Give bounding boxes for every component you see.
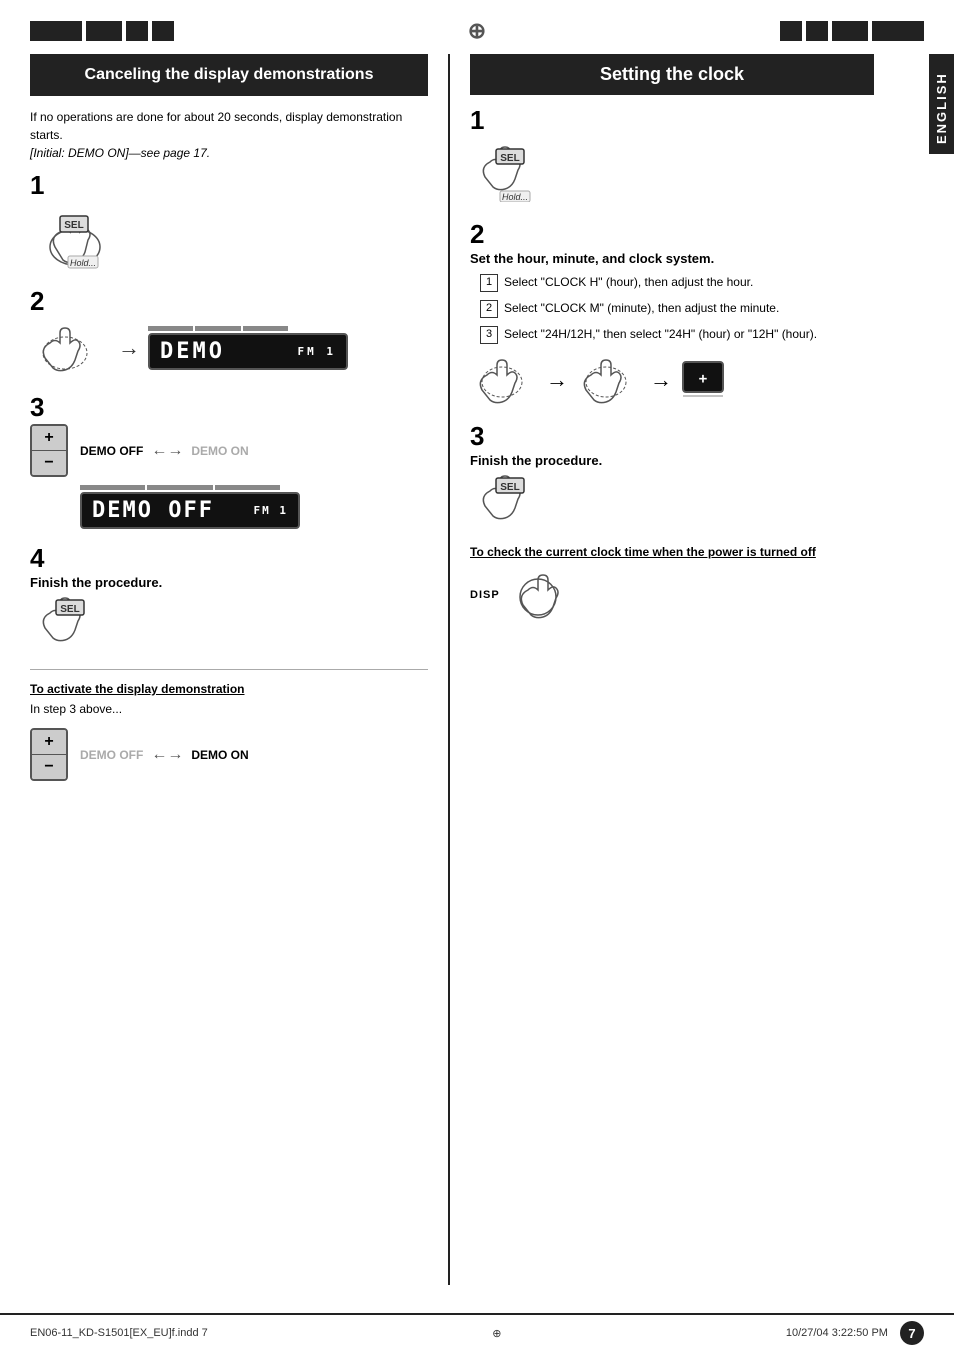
step-4-text: Finish the procedure. (30, 575, 428, 590)
right-column: ENGLISH Setting the clock 1 SEL Hold... … (450, 54, 924, 1285)
right-section-title: Setting the clock (470, 54, 874, 95)
sub-step-1-num: 1 (480, 274, 498, 292)
plus-button[interactable]: + (32, 426, 66, 451)
right-step-1-num: 1 (470, 107, 874, 133)
disp-button-illustration (508, 567, 568, 622)
bottom-bar-center-symbol: ⊕ (492, 1327, 501, 1340)
right-step-2-num: 2 (470, 221, 874, 247)
sub-step-1: 1 Select "CLOCK H" (hour), then adjust t… (480, 274, 874, 292)
display-fm-label: FM 1 (298, 345, 337, 358)
activate-section: To activate the display demonstration In… (30, 682, 428, 781)
clock-hand-svg-1 (470, 352, 540, 407)
sub-step-1-text: Select "CLOCK H" (hour), then adjust the… (504, 274, 753, 292)
bar-block (152, 21, 174, 41)
activate-heading: To activate the display demonstration (30, 682, 428, 696)
clock-arrow-2: → (650, 367, 672, 393)
right-step-1-sel-illustration: SEL Hold... (470, 137, 550, 202)
bottom-bar-right-text: 10/27/04 3:22:50 PM (786, 1327, 888, 1339)
demo-on-label: DEMO ON (191, 444, 248, 458)
bar-block (126, 21, 148, 41)
activate-demo-toggle: DEMO OFF ←→ DEMO ON (80, 746, 249, 764)
step-1: 1 SEL Hold... (30, 172, 428, 272)
step-1-hand-illustration: SEL Hold... (30, 202, 120, 272)
step-2: 2 → DEMO FM 1 (30, 288, 428, 378)
svg-text:Hold...: Hold... (70, 258, 96, 268)
activate-minus-btn[interactable]: − (32, 755, 66, 779)
english-tab: ENGLISH (929, 54, 954, 154)
sub-steps: 1 Select "CLOCK H" (hour), then adjust t… (480, 274, 874, 344)
right-step-3-text: Finish the procedure. (470, 453, 874, 468)
top-bar: ⊕ (0, 0, 954, 54)
disp-label: DISP (470, 589, 500, 601)
right-step-2: 2 Set the hour, minute, and clock system… (470, 221, 874, 407)
svg-text:SEL: SEL (64, 220, 83, 231)
intro-text: If no operations are done for about 20 s… (30, 108, 428, 162)
right-inner: ENGLISH Setting the clock 1 SEL Hold... … (470, 54, 924, 622)
right-step-3: 3 Finish the procedure. SEL (470, 423, 874, 531)
svg-text:SEL: SEL (60, 604, 79, 615)
bar-block (780, 21, 802, 41)
left-column: Canceling the display demonstrations If … (30, 54, 450, 1285)
bar-block (30, 21, 82, 41)
page-number: 7 (900, 1321, 924, 1345)
plus-minus-buttons: + − (30, 424, 68, 477)
right-step-3-num: 3 (470, 423, 874, 449)
step-1-sel-wrap: SEL Hold... (30, 202, 428, 272)
clock-hand-svg-2 (574, 352, 644, 407)
activate-toggle-arrow: ←→ (151, 746, 183, 764)
bottom-bar: EN06-11_KD-S1501[EX_EU]f.indd 7 ⊕ 10/27/… (0, 1313, 954, 1351)
step-2-illustration: → DEMO FM 1 (30, 318, 428, 378)
left-section-title: Canceling the display demonstrations (30, 54, 428, 96)
step-4-sel-illustration: SEL (30, 590, 110, 650)
bottom-bar-left-text: EN06-11_KD-S1501[EX_EU]f.indd 7 (30, 1327, 208, 1339)
clock-arrow-1: → (546, 367, 568, 393)
check-section: To check the current clock time when the… (470, 545, 874, 622)
step-3-num: 3 (30, 394, 428, 420)
right-step-3-sel-illustration: SEL (470, 468, 550, 528)
toggle-arrow-icon: ←→ (151, 442, 183, 460)
svg-text:Hold...: Hold... (502, 192, 528, 202)
step-1-num: 1 (30, 172, 428, 198)
step-2-num: 2 (30, 288, 428, 314)
svg-text:SEL: SEL (500, 482, 519, 493)
display-demo-text: DEMO (160, 339, 225, 364)
sub-step-2: 2 Select "CLOCK M" (minute), then adjust… (480, 300, 874, 318)
top-bar-right (780, 21, 924, 41)
sub-step-3-text: Select "24H/12H," then select "24H" (hou… (504, 326, 817, 344)
clock-hands-row: → → + (470, 352, 874, 407)
activate-text: In step 3 above... (30, 700, 428, 718)
left-divider (30, 669, 428, 670)
activate-demo-on: DEMO ON (191, 748, 248, 762)
step-2-arrow: → (118, 335, 140, 361)
sub-step-2-num: 2 (480, 300, 498, 318)
check-heading: To check the current clock time when the… (470, 545, 874, 559)
bar-block (832, 21, 868, 41)
demo-toggle: DEMO OFF ←→ DEMO ON (80, 442, 249, 460)
step-3: 3 + − DEMO OFF ←→ DEMO ON (30, 394, 428, 529)
svg-text:SEL: SEL (500, 153, 519, 164)
right-step-1: 1 SEL Hold... (470, 107, 874, 205)
step-2-hand-svg (30, 318, 110, 378)
sub-step-3-num: 3 (480, 326, 498, 344)
main-content: Canceling the display demonstrations If … (0, 54, 954, 1285)
activate-demo-off: DEMO OFF (80, 748, 143, 762)
top-bar-left (30, 21, 174, 41)
sub-step-3: 3 Select "24H/12H," then select "24H" (h… (480, 326, 874, 344)
bar-block (86, 21, 122, 41)
display-demo-off-text: DEMO OFF (92, 498, 214, 523)
activate-plus-minus: + − (30, 728, 68, 781)
bar-block (872, 21, 924, 41)
svg-text:+: + (699, 371, 707, 387)
activate-plus-btn[interactable]: + (32, 730, 66, 755)
bar-block (806, 21, 828, 41)
minus-button[interactable]: − (32, 451, 66, 475)
center-cross-icon: ⊕ (468, 18, 486, 44)
step-4: 4 Finish the procedure. SEL (30, 545, 428, 653)
right-step-2-heading: Set the hour, minute, and clock system. (470, 251, 874, 266)
clock-display-svg: + (678, 352, 728, 407)
sub-step-2-text: Select "CLOCK M" (minute), then adjust t… (504, 300, 779, 318)
demo-off-label: DEMO OFF (80, 444, 143, 458)
step-4-num: 4 (30, 545, 428, 571)
display-fm-label-2: FM 1 (254, 504, 289, 517)
